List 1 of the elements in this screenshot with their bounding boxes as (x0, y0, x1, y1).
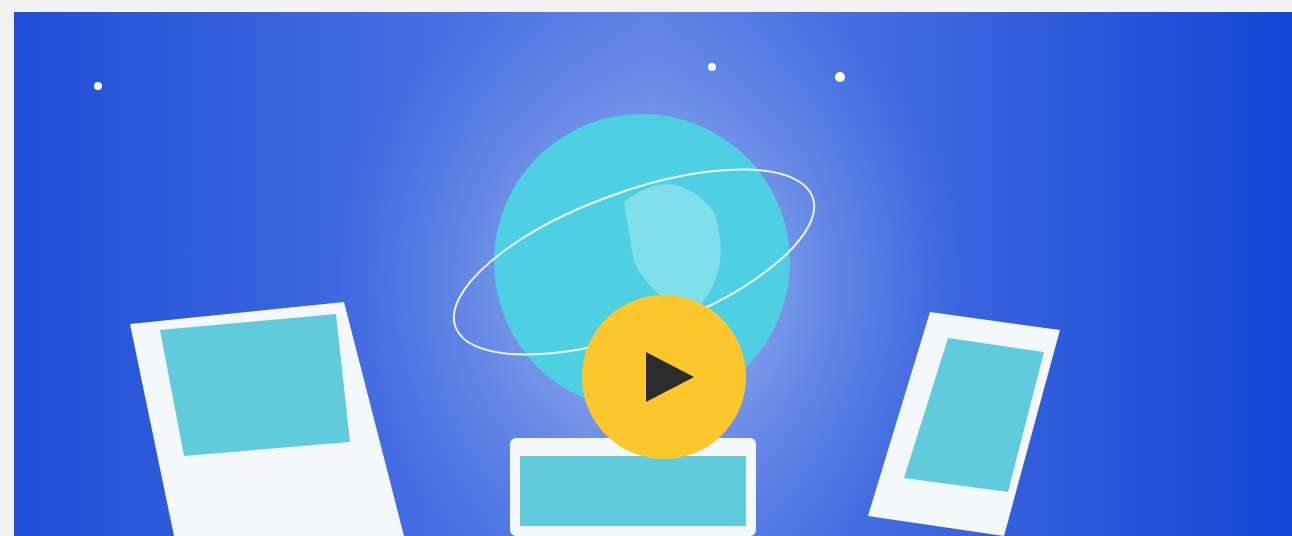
play-icon (646, 352, 694, 402)
